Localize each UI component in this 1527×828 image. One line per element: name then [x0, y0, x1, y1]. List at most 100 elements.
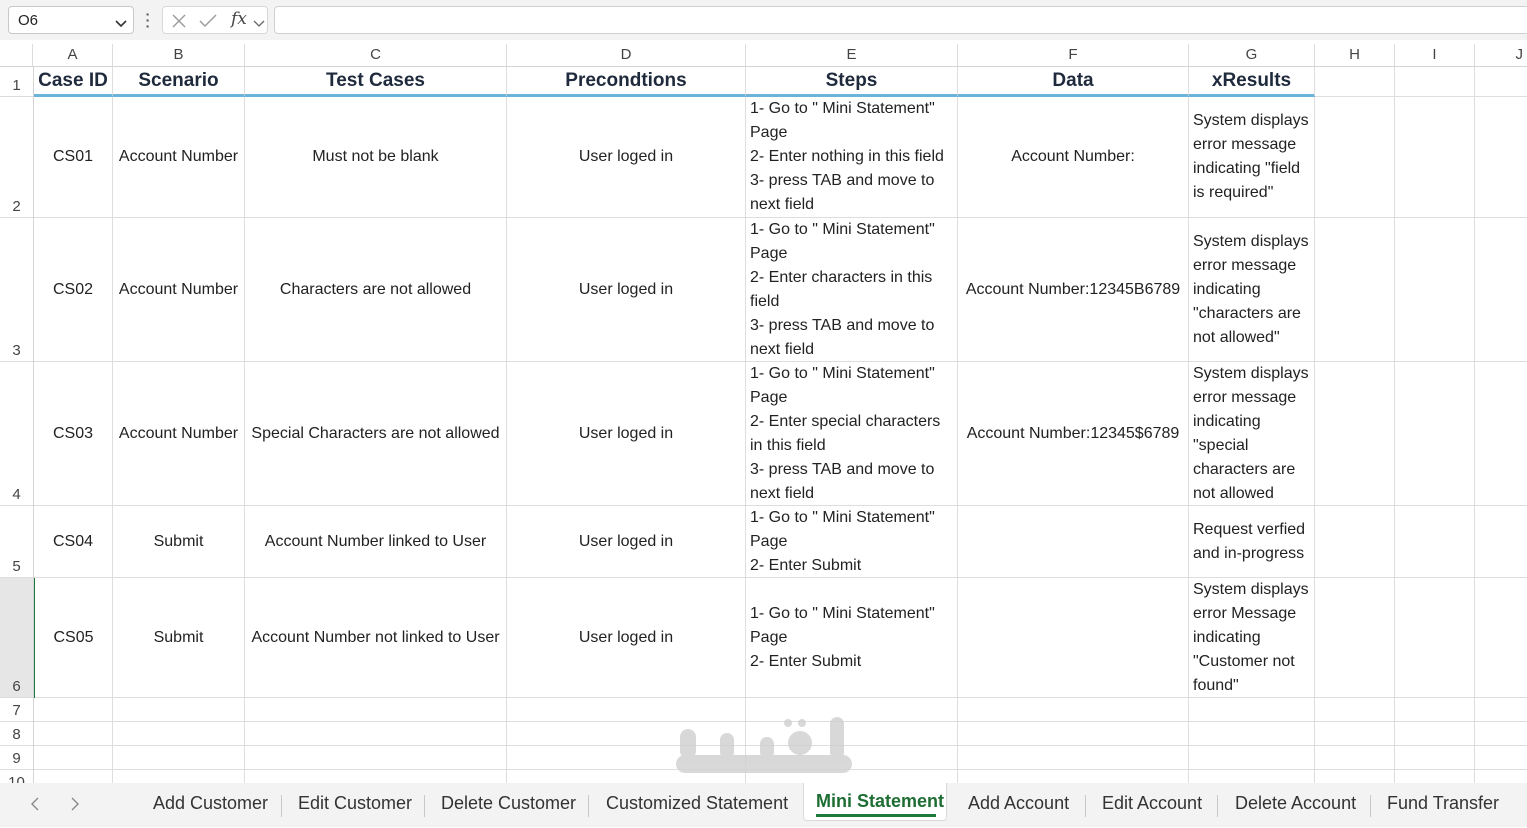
select-all-corner[interactable] [0, 44, 33, 66]
sheet-tab-mini-statement[interactable]: Mini Statement [803, 783, 947, 821]
cell-empty[interactable] [1475, 97, 1527, 218]
chevron-down-icon[interactable] [253, 16, 265, 34]
cell-empty[interactable] [1189, 722, 1315, 746]
cell-empty[interactable] [1189, 746, 1315, 770]
cell-empty[interactable] [245, 722, 507, 746]
cell-empty[interactable] [245, 698, 507, 722]
cell-empty[interactable] [1189, 770, 1315, 783]
sheet-tab-edit-customer[interactable]: Edit Customer [298, 793, 412, 814]
cell-result[interactable]: System displays error Message indicating… [1189, 578, 1315, 698]
cell-empty[interactable] [1395, 698, 1475, 722]
row-header-1[interactable]: 1 [0, 67, 33, 97]
cell-empty[interactable] [1395, 578, 1475, 698]
column-header-c[interactable]: C [245, 44, 507, 66]
cell-empty[interactable] [1315, 698, 1395, 722]
header-steps[interactable]: Steps [746, 67, 958, 97]
cell-empty[interactable] [507, 698, 746, 722]
cell-steps[interactable]: 1- Go to " Mini Statement" Page 2- Enter… [746, 218, 958, 362]
cell-test-case[interactable]: Special Characters are not allowed [245, 362, 507, 506]
cell-empty[interactable] [1395, 67, 1475, 97]
cell-empty[interactable] [1395, 506, 1475, 578]
header-test-cases[interactable]: Test Cases [245, 67, 507, 97]
column-header-a[interactable]: A [33, 44, 113, 66]
header-data[interactable]: Data [958, 67, 1189, 97]
cell-empty[interactable] [1315, 746, 1395, 770]
sheet-tab-add-customer[interactable]: Add Customer [153, 793, 268, 814]
cell-steps[interactable]: 1- Go to " Mini Statement" Page 2- Enter… [746, 506, 958, 578]
cell-data[interactable] [958, 506, 1189, 578]
chevron-down-icon[interactable] [115, 16, 127, 34]
header-preconditions[interactable]: Precondtions [507, 67, 746, 97]
cell-empty[interactable] [507, 746, 746, 770]
cell-empty[interactable] [958, 698, 1189, 722]
cell-empty[interactable] [1395, 362, 1475, 506]
cell-empty[interactable] [34, 770, 113, 783]
cell-empty[interactable] [1315, 97, 1395, 218]
cell-test-case[interactable]: Account Number not linked to User [245, 578, 507, 698]
cell-empty[interactable] [1475, 746, 1527, 770]
cell-steps[interactable]: 1- Go to " Mini Statement" Page 2- Enter… [746, 362, 958, 506]
cell-result[interactable]: System displays error message indicating… [1189, 218, 1315, 362]
row-header-5[interactable]: 5 [0, 506, 33, 578]
cell-test-case[interactable]: Must not be blank [245, 97, 507, 218]
cell-steps[interactable]: 1- Go to " Mini Statement" Page 2- Enter… [746, 97, 958, 218]
cell-empty[interactable] [113, 746, 245, 770]
cell-empty[interactable] [245, 770, 507, 783]
cell-empty[interactable] [1475, 578, 1527, 698]
cell-empty[interactable] [34, 746, 113, 770]
cell-empty[interactable] [1315, 67, 1395, 97]
cell-empty[interactable] [34, 698, 113, 722]
cell-precondition[interactable]: User loged in [507, 362, 746, 506]
cell-empty[interactable] [958, 746, 1189, 770]
cell-precondition[interactable]: User loged in [507, 218, 746, 362]
column-header-j[interactable]: J [1475, 44, 1527, 66]
column-header-h[interactable]: H [1315, 44, 1395, 66]
cell-empty[interactable] [1315, 770, 1395, 783]
header-results[interactable]: xResults [1189, 67, 1315, 97]
cell-empty[interactable] [1475, 770, 1527, 783]
cell-data[interactable] [958, 578, 1189, 698]
cell-case-id[interactable]: CS05 [35, 578, 113, 698]
column-header-f[interactable]: F [958, 44, 1189, 66]
cell-empty[interactable] [1315, 362, 1395, 506]
cell-case-id[interactable]: CS04 [34, 506, 113, 578]
column-header-d[interactable]: D [507, 44, 746, 66]
row-header-9[interactable]: 9 [0, 746, 33, 770]
cell-scenario[interactable]: Submit [113, 506, 245, 578]
cell-precondition[interactable]: User loged in [507, 506, 746, 578]
formula-input[interactable] [274, 6, 1527, 34]
cell-empty[interactable] [746, 770, 958, 783]
insert-function-icon[interactable]: fx [231, 9, 247, 29]
cell-case-id[interactable]: CS03 [34, 362, 113, 506]
cell-empty[interactable] [245, 746, 507, 770]
cell-case-id[interactable]: CS02 [34, 218, 113, 362]
cancel-icon[interactable] [171, 13, 187, 34]
scroll-right-icon[interactable] [70, 797, 80, 816]
row-header-7[interactable]: 7 [0, 698, 33, 722]
row-header-2[interactable]: 2 [0, 97, 33, 218]
cell-empty[interactable] [958, 722, 1189, 746]
row-header-4[interactable]: 4 [0, 362, 33, 506]
cell-empty[interactable] [1315, 506, 1395, 578]
cell-result[interactable]: System displays error message indicating… [1189, 97, 1315, 218]
cell-empty[interactable] [1475, 67, 1527, 97]
sheet-tab-delete-account[interactable]: Delete Account [1235, 793, 1356, 814]
cell-empty[interactable] [746, 698, 958, 722]
cell-empty[interactable] [1189, 698, 1315, 722]
cell-empty[interactable] [113, 770, 245, 783]
cell-test-case[interactable]: Characters are not allowed [245, 218, 507, 362]
sheet-tab-fund-transfer[interactable]: Fund Transfer [1387, 793, 1499, 814]
cell-data[interactable]: Account Number: [958, 97, 1189, 218]
cell-data[interactable]: Account Number:12345$6789 [958, 362, 1189, 506]
cell-empty[interactable] [113, 698, 245, 722]
cell-empty[interactable] [1475, 698, 1527, 722]
cell-empty[interactable] [746, 746, 958, 770]
cell-empty[interactable] [1395, 746, 1475, 770]
column-header-g[interactable]: G [1189, 44, 1315, 66]
cell-empty[interactable] [1315, 722, 1395, 746]
cell-empty[interactable] [1315, 218, 1395, 362]
name-box[interactable]: O6 [8, 6, 134, 34]
cell-scenario[interactable]: Account Number [113, 218, 245, 362]
cell-empty[interactable] [746, 722, 958, 746]
cell-steps[interactable]: 1- Go to " Mini Statement" Page 2- Enter… [746, 578, 958, 698]
